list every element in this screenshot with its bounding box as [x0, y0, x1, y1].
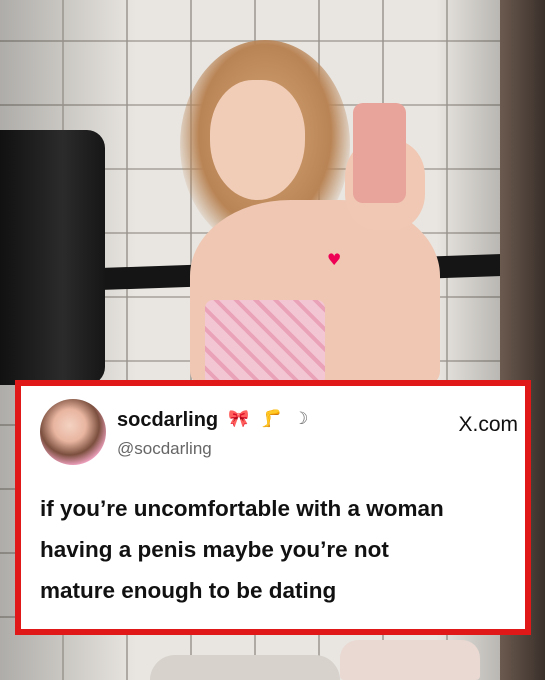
- source-badge: X.com: [458, 413, 518, 436]
- tweet-text: if you’re uncomfortable with a woman hav…: [40, 496, 444, 603]
- shoe: [340, 640, 480, 680]
- person-face: [210, 80, 305, 200]
- butterfly-dress: [205, 300, 325, 385]
- leg-icon: 🦵: [260, 409, 285, 429]
- phone: [353, 103, 406, 203]
- moon-icon: ☽: [293, 409, 312, 429]
- display-name[interactable]: socdarling: [117, 409, 218, 432]
- sink: [150, 655, 340, 680]
- tweet-card: socdarling 🎀 🦵 ☽ @socdarling X.com if yo…: [15, 380, 531, 635]
- name-emojis: 🎀 🦵 ☽: [228, 409, 311, 429]
- avatar[interactable]: [40, 399, 106, 465]
- user-handle[interactable]: @socdarling: [117, 439, 212, 459]
- rainbow-heart-icon: ♥: [327, 250, 342, 269]
- bow-icon: 🎀: [228, 409, 253, 429]
- hand-dryer: [0, 130, 105, 385]
